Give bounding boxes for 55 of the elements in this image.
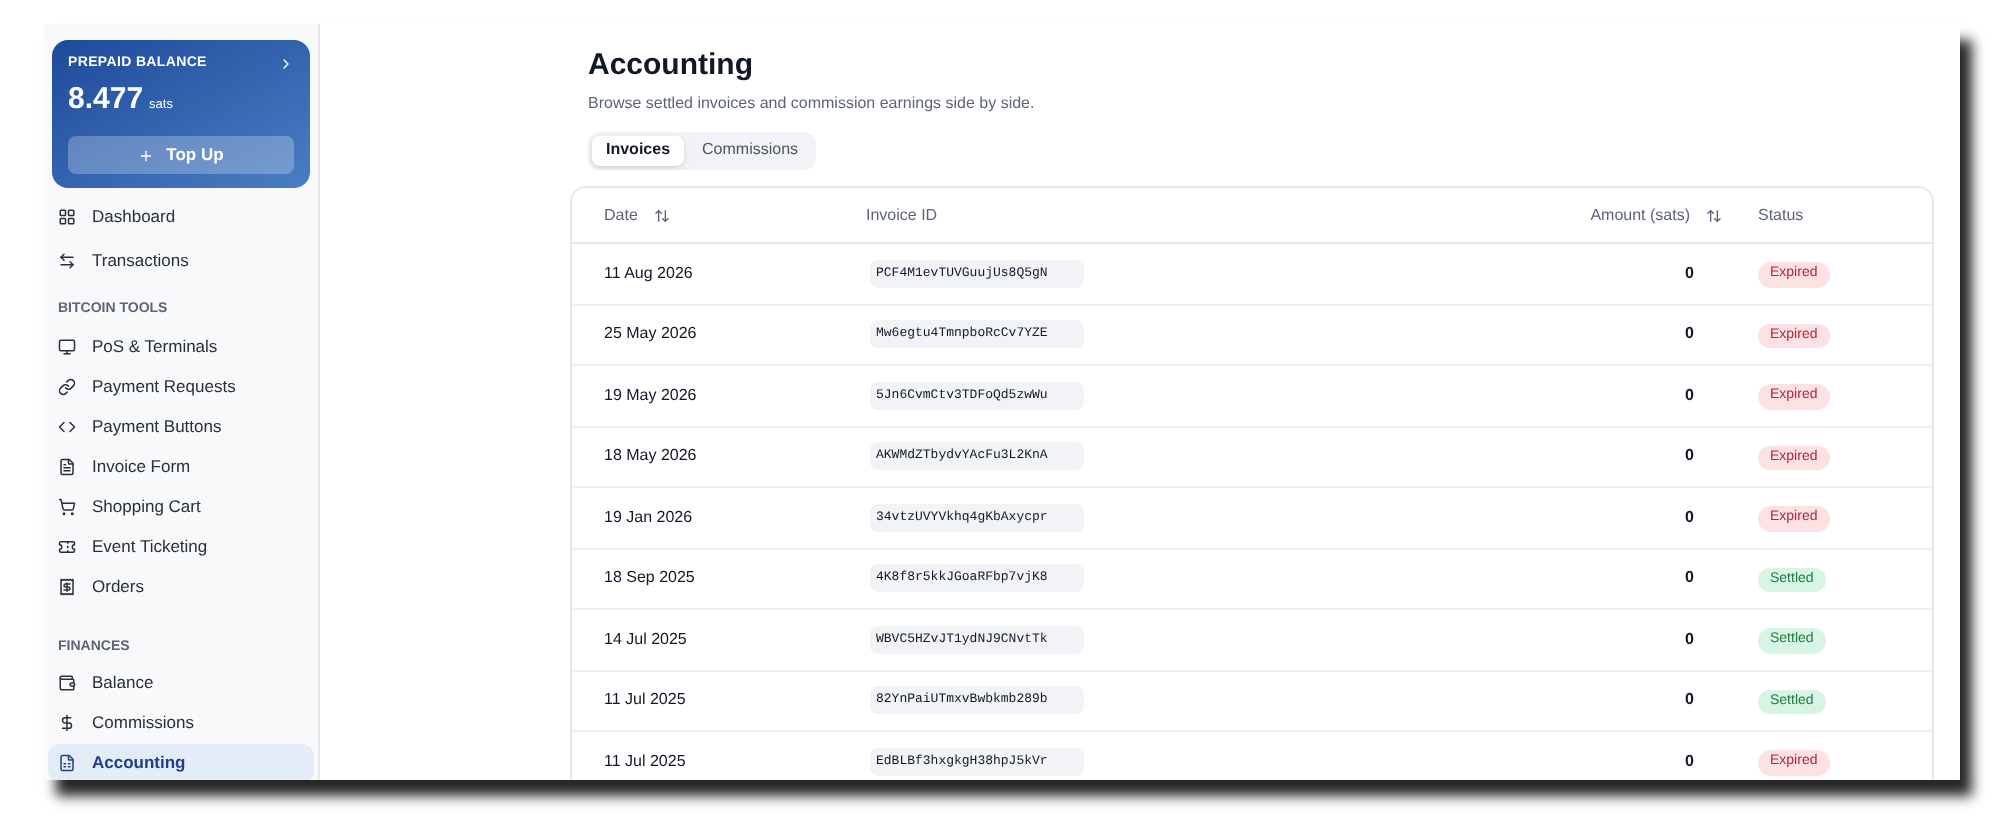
amount-cell-text: 0 (1683, 566, 1696, 591)
sidebar-item[interactable]: Orders (48, 567, 314, 605)
sidebar-item[interactable]: Invoice Form (48, 447, 314, 485)
amount-cell-text: 0 (1683, 444, 1696, 469)
column-header: Status (1758, 203, 1804, 227)
wallet-icon (58, 674, 76, 692)
tab[interactable]: Invoices (592, 135, 685, 165)
page-title: Accounting (588, 46, 755, 86)
code-icon (58, 417, 76, 435)
page-subtitle: Browse settled invoices and commission earnings side by side. (588, 91, 1037, 115)
sortable-column-header[interactable]: Date (604, 203, 670, 227)
sidebar-item[interactable]: Balance (48, 664, 314, 702)
sidebar-item[interactable]: Dashboard (48, 198, 314, 236)
sidebar-item[interactable]: Accounting (48, 744, 314, 780)
amount-cell-text: 0 (1683, 505, 1696, 530)
date-cell-text: 18 Sep 2025 (602, 566, 697, 591)
amount-cell-text: 0 (1683, 627, 1696, 652)
amount-cell-text: 0 (1683, 261, 1696, 286)
sort-icon (1706, 207, 1722, 223)
receipt-icon (58, 577, 76, 595)
date-cell-text: 14 Jul 2025 (602, 627, 689, 652)
sidebar-item[interactable]: Commissions (48, 704, 314, 742)
document-icon (58, 457, 76, 475)
date-cell-text: 11 Aug 2026 (602, 261, 695, 286)
monitor-icon (58, 337, 76, 355)
date-cell-text: 11 Jul 2025 (602, 688, 688, 713)
amount-cell-text: 0 (1683, 383, 1696, 408)
spreadsheet-icon (58, 754, 76, 772)
cart-icon (58, 497, 76, 515)
date-cell-text: 19 May 2026 (602, 383, 699, 408)
date-cell-text: 25 May 2026 (602, 322, 699, 347)
date-cell-text: 19 Jan 2026 (602, 505, 695, 530)
sidebar-item[interactable]: Transactions (48, 242, 314, 280)
plus-icon (138, 147, 155, 163)
chevron-icon[interactable] (278, 56, 294, 73)
sidebar-item[interactable]: Payment Buttons (48, 407, 314, 445)
amount-cell-text: 0 (1683, 688, 1696, 713)
sidebar-item[interactable]: Shopping Cart (48, 487, 314, 525)
date-cell-text: 11 Jul 2025 (602, 749, 688, 774)
column-header: Invoice ID (866, 203, 938, 227)
link-icon (58, 377, 76, 395)
sort-icon (653, 207, 670, 223)
sidebar-item[interactable]: PoS & Terminals (48, 327, 314, 365)
arrows-icon (58, 252, 76, 270)
tab[interactable]: Commissions (688, 135, 813, 165)
sidebar-item[interactable]: Payment Requests (48, 367, 314, 405)
balance-amount: 8.477 (68, 79, 144, 119)
sidebar-item[interactable]: Event Ticketing (48, 527, 314, 565)
dollar-icon (58, 714, 76, 732)
grid-icon (58, 208, 76, 226)
ticket-icon (58, 537, 76, 555)
amount-cell-text: 0 (1683, 749, 1696, 774)
amount-cell-text: 0 (1683, 322, 1696, 347)
date-cell-text: 18 May 2026 (602, 444, 699, 469)
sortable-column-header[interactable]: Amount (sats) (1590, 203, 1722, 227)
